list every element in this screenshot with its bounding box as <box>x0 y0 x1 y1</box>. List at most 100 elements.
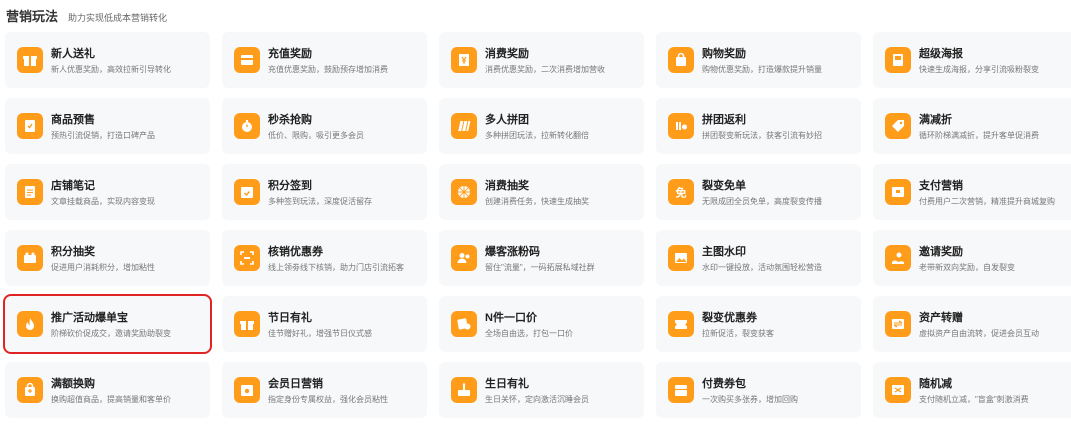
card-text: 主图水印 水印一键投放，活动氛围轻松营造 <box>702 243 822 273</box>
card-text: 生日有礼 生日关怀，定向激活沉睡会员 <box>485 375 589 405</box>
marketing-card[interactable]: 主图水印 水印一键投放，活动氛围轻松营造 <box>656 230 861 286</box>
marketing-card[interactable]: N件一口价 全场自由选，打包一口价 <box>439 296 644 352</box>
card-text: 支付营销 付费用户二次营销，精准提升商城复购 <box>919 177 1055 207</box>
card-description: 一次购买多张券，增加回购 <box>702 395 798 404</box>
marketing-card[interactable]: 新人送礼 新人优惠奖励，高效拉新引导转化 <box>5 32 210 88</box>
card-text: 超级海报 快速生成海报，分享引流吸粉裂变 <box>919 45 1039 75</box>
marketing-card[interactable]: 秒杀抢购低价、限购，吸引更多会员 <box>222 98 427 154</box>
marketing-card[interactable]: 多人拼团多种拼团玩法，拉新转化翻倍 <box>439 98 644 154</box>
marketing-card[interactable]: 付费券包一次购买多张券，增加回购 <box>656 362 861 418</box>
calendar-check-icon <box>234 179 260 205</box>
card-title: 核销优惠券 <box>268 246 323 258</box>
card-text: 消费抽奖 创建消费任务，快速生成抽奖 <box>485 177 589 207</box>
card-title: 多人拼团 <box>485 114 529 126</box>
flame-icon <box>17 311 43 337</box>
coupon-pack-icon <box>668 377 694 403</box>
card-description: 消费优惠奖励，二次消费增加营收 <box>485 65 605 74</box>
card-text: 随机减支付随机立减，"盲盒"刺激消费 <box>919 375 1029 405</box>
cake-icon <box>451 377 477 403</box>
card-title: 消费奖励 <box>485 48 529 60</box>
marketing-card[interactable]: 邀请奖励老带新双向奖励，自发裂变 <box>873 230 1071 286</box>
card-title: 积分抽奖 <box>51 246 95 258</box>
card-text: 新人送礼 新人优惠奖励，高效拉新引导转化 <box>51 45 171 75</box>
marketing-card[interactable]: 满减折 循环阶梯满减折，提升客单促消费 <box>873 98 1071 154</box>
transfer-icon <box>885 311 911 337</box>
card-description: 循环阶梯满减折，提升客单促消费 <box>919 131 1039 140</box>
card-description: 充值优惠奖励，鼓励预存增加消费 <box>268 65 388 74</box>
marketing-card[interactable]: 裂变优惠券 拉新促活，裂变获客 <box>656 296 861 352</box>
marketing-card[interactable]: 资产转赠 虚拟资产自由流转，促进会员互动 <box>873 296 1071 352</box>
card-title: 满额换购 <box>51 378 95 390</box>
random-discount-icon <box>885 377 911 403</box>
card-description: 虚拟资产自由流转，促进会员互动 <box>919 329 1039 338</box>
card-text: 充值奖励 充值优惠奖励，鼓励预存增加消费 <box>268 45 388 75</box>
marketing-card[interactable]: 购物奖励 购物优惠奖励，打造爆款提升销量 <box>656 32 861 88</box>
receipt-icon <box>451 47 477 73</box>
marketing-card[interactable]: 拼团返利 拼团裂变新玩法，获客引流有妙招 <box>656 98 861 154</box>
svg-text:免: 免 <box>676 186 687 200</box>
prize-wheel-icon <box>451 179 477 205</box>
card-description: 多种拼团玩法，拉新转化翻倍 <box>485 131 589 140</box>
card-description: 新人优惠奖励，高效拉新引导转化 <box>51 65 171 74</box>
note-icon <box>17 179 43 205</box>
card-text: 拼团返利 拼团裂变新玩法，获客引流有妙招 <box>702 111 822 141</box>
card-title: 裂变免单 <box>702 180 746 192</box>
card-title: 超级海报 <box>919 48 963 60</box>
card-text: 店铺笔记 文章挂载商品，实现内容变现 <box>51 177 155 207</box>
marketing-card[interactable]: 生日有礼 生日关怀，定向激活沉睡会员 <box>439 362 644 418</box>
marketing-card[interactable]: 满额换购换购超值商品，提高销量和客单价 <box>5 362 210 418</box>
card-text: 核销优惠券 线上领劵线下核销，助力门店引流拓客 <box>268 243 404 273</box>
card-description: 换购超值商品，提高销量和客单价 <box>51 395 171 404</box>
card-description: 促进用户消耗积分，增加粘性 <box>51 263 155 272</box>
invite-icon <box>885 245 911 271</box>
card-title: 裂变优惠券 <box>702 312 757 324</box>
card-title: 推广活动爆单宝 <box>51 312 128 324</box>
card-title: 付费券包 <box>702 378 746 390</box>
marketing-card[interactable]: 积分抽奖促进用户消耗积分，增加粘性 <box>5 230 210 286</box>
marketing-card[interactable]: 爆客涨粉码 留住"流量"，一码拓展私域社群 <box>439 230 644 286</box>
coupon-icon <box>668 311 694 337</box>
stopwatch-icon <box>234 113 260 139</box>
card-title: 随机减 <box>919 378 952 390</box>
marketing-card[interactable]: 支付营销 付费用户二次营销，精准提升商城复购 <box>873 164 1071 220</box>
card-description: 老带新双向奖励，自发裂变 <box>919 263 1015 272</box>
card-title: 节日有礼 <box>268 312 312 324</box>
card-title: 秒杀抢购 <box>268 114 312 126</box>
card-description: 阶梯砍价促成交，邀请奖励助裂变 <box>51 329 171 338</box>
card-text: 秒杀抢购低价、限购，吸引更多会员 <box>268 111 364 141</box>
marketing-card[interactable]: 节日有礼 佳节赠好礼，增强节日仪式感 <box>222 296 427 352</box>
section-subtitle: 助力实现低成本营销转化 <box>68 13 168 23</box>
card-title: 主图水印 <box>702 246 746 258</box>
marketing-card[interactable]: 推广活动爆单宝阶梯砍价促成交，邀请奖励助裂变 <box>3 294 212 354</box>
card-title: 商品预售 <box>51 114 95 126</box>
tag-icon <box>885 113 911 139</box>
marketing-card[interactable]: 核销优惠券 线上领劵线下核销，助力门店引流拓客 <box>222 230 427 286</box>
card-text: 多人拼团多种拼团玩法，拉新转化翻倍 <box>485 111 589 141</box>
marketing-card[interactable]: 会员日营销 指定身份专属权益，强化会员粘性 <box>222 362 427 418</box>
section-header: 营销玩法 助力实现低成本营销转化 <box>6 6 167 24</box>
marketing-card[interactable]: 免 裂变免单 无限成团全员免单，高度裂变传播 <box>656 164 861 220</box>
marketing-card[interactable]: 店铺笔记 文章挂载商品，实现内容变现 <box>5 164 210 220</box>
card-text: 满减折 循环阶梯满减折，提升客单促消费 <box>919 111 1039 141</box>
points-lottery-icon <box>17 245 43 271</box>
card-description: 付费用户二次营销，精准提升商城复购 <box>919 197 1055 206</box>
marketing-card[interactable]: 积分签到 多种签到玩法，深度促活留存 <box>222 164 427 220</box>
presale-icon <box>17 113 43 139</box>
card-description: 生日关怀，定向激活沉睡会员 <box>485 395 589 404</box>
card-title: 邀请奖励 <box>919 246 963 258</box>
exchange-bag-icon <box>17 377 43 403</box>
card-text: 积分签到 多种签到玩法，深度促活留存 <box>268 177 372 207</box>
card-description: 支付随机立减，"盲盒"刺激消费 <box>919 395 1029 404</box>
marketing-card[interactable]: 随机减支付随机立减，"盲盒"刺激消费 <box>873 362 1071 418</box>
card-text: 购物奖励 购物优惠奖励，打造爆款提升销量 <box>702 45 822 75</box>
card-text: 邀请奖励老带新双向奖励，自发裂变 <box>919 243 1015 273</box>
card-title: 拼团返利 <box>702 114 746 126</box>
marketing-card[interactable]: 商品预售 预热引流促销，打造口碑产品 <box>5 98 210 154</box>
card-description: 低价、限购，吸引更多会员 <box>268 131 364 140</box>
marketing-card[interactable]: 超级海报 快速生成海报，分享引流吸粉裂变 <box>873 32 1071 88</box>
marketing-card[interactable]: 消费奖励消费优惠奖励，二次消费增加营收 <box>439 32 644 88</box>
marketing-card[interactable]: 消费抽奖 创建消费任务，快速生成抽奖 <box>439 164 644 220</box>
shopping-bag-icon <box>668 47 694 73</box>
marketing-card[interactable]: 充值奖励 充值优惠奖励，鼓励预存增加消费 <box>222 32 427 88</box>
card-title: 会员日营销 <box>268 378 323 390</box>
